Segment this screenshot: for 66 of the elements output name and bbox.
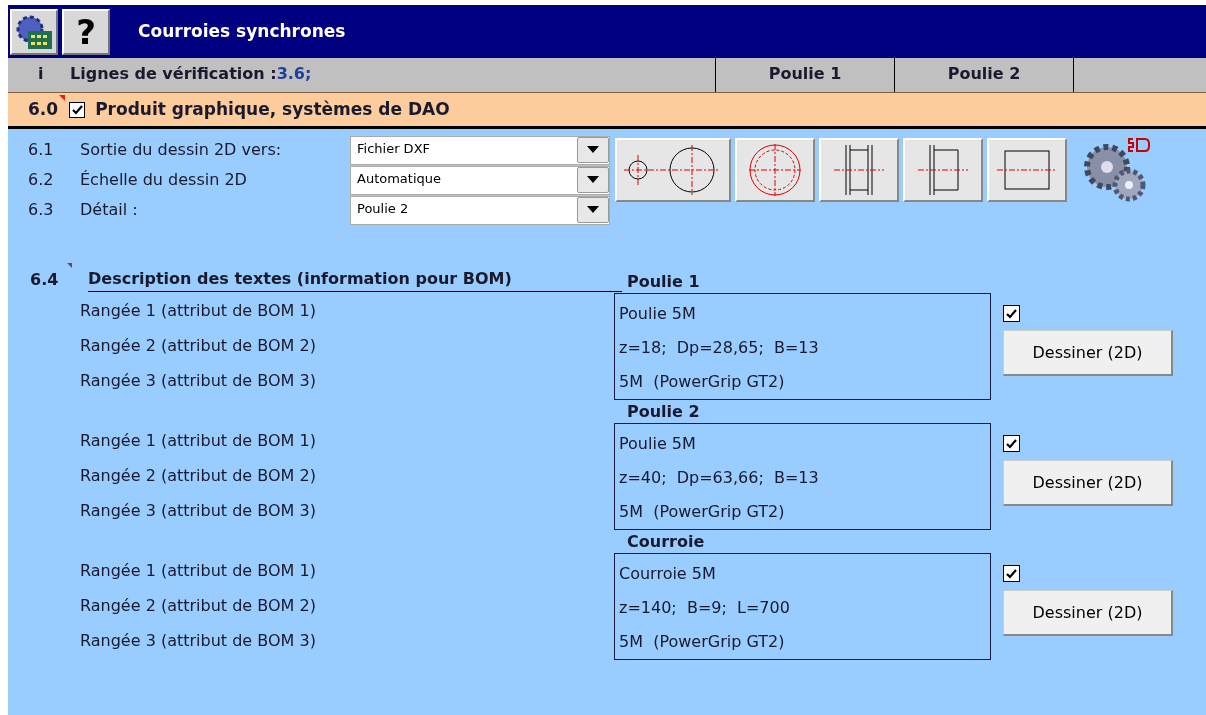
row-label: Rangée 1 (attribut de BOM 1) [80, 559, 317, 582]
group-title: Poulie 2 [627, 401, 700, 423]
bom-value: Poulie 5M [618, 433, 697, 455]
comment-marker-icon [59, 95, 66, 101]
setting-number: 6.2 [28, 169, 55, 191]
checkmark-icon [1006, 308, 1017, 319]
dropdown-field[interactable]: Automatique [350, 165, 610, 195]
info-label: i [37, 63, 45, 85]
drawing-button[interactable] [903, 138, 983, 202]
bom-value: Poulie 5M [618, 303, 697, 325]
checkmark-icon [1006, 438, 1017, 449]
draw-button[interactable]: Dessiner (2D) [1003, 590, 1173, 636]
section-number: 6.0 [28, 97, 59, 121]
group-title: Courroie [627, 531, 705, 553]
group-checkbox[interactable] [1003, 565, 1020, 582]
pulley-side-drawing-icon [834, 144, 884, 196]
row-label: Rangée 3 (attribut de BOM 3) [80, 369, 317, 392]
column-header: Poulie 2 [894, 58, 1073, 92]
pulley-front-drawing-icon [747, 142, 803, 198]
help-button[interactable]: ? [62, 8, 110, 55]
plain-pulley-drawing-icon [997, 150, 1057, 190]
setting-label: Échelle du dessin 2D [80, 169, 248, 191]
bom-value: Courroie 5M [618, 563, 717, 585]
drawing-button[interactable] [987, 138, 1067, 202]
section-number: 6.4 [30, 269, 60, 291]
flanged-pulley-drawing-icon [918, 144, 968, 196]
row-label: Rangée 2 (attribut de BOM 2) [80, 464, 317, 487]
bom-value: z=40; Dp=63,66; B=13 [618, 467, 820, 489]
row-label: Rangée 1 (attribut de BOM 1) [80, 299, 317, 322]
dropdown-field[interactable]: Fichier DXF [350, 135, 610, 165]
checkmark-icon [1006, 568, 1017, 579]
row-label: Rangée 3 (attribut de BOM 3) [80, 499, 317, 522]
group-checkbox[interactable] [1003, 305, 1020, 322]
window-title: Courroies synchrones [138, 19, 346, 43]
dropdown-arrow-icon [587, 176, 599, 183]
draw-button[interactable]: Dessiner (2D) [1003, 330, 1173, 376]
row-label: Rangée 1 (attribut de BOM 1) [80, 429, 317, 452]
setting-label: Détail : [80, 199, 139, 221]
drawing-button[interactable] [819, 138, 899, 202]
section-title: Produit graphique, systèmes de DAO [95, 97, 450, 121]
bom-value: 5M (PowerGrip GT2) [618, 371, 786, 393]
section-checkbox[interactable] [69, 101, 86, 118]
drawing-button[interactable] [735, 138, 815, 202]
dropdown-field[interactable]: Poulie 2 [350, 195, 610, 225]
dropdown-arrow-icon [587, 146, 599, 153]
bom-value: 5M (PowerGrip GT2) [618, 631, 786, 653]
group-checkbox[interactable] [1003, 435, 1020, 452]
verification-lines-label: Lignes de vérification :3.6; [70, 63, 313, 85]
group-title: Poulie 1 [627, 271, 700, 293]
bom-value: z=18; Dp=28,65; B=13 [618, 337, 820, 359]
drawing-button[interactable] [615, 138, 731, 202]
row-label: Rangée 3 (attribut de BOM 3) [80, 629, 317, 652]
draw-button[interactable]: Dessiner (2D) [1003, 460, 1173, 506]
row-label: Rangée 2 (attribut de BOM 2) [80, 594, 317, 617]
row-label: Rangée 2 (attribut de BOM 2) [80, 334, 317, 357]
checkmark-icon [71, 104, 83, 115]
app-button[interactable] [10, 8, 58, 55]
bom-value: 5M (PowerGrip GT2) [618, 501, 786, 523]
column-header: Poulie 1 [715, 58, 894, 92]
setting-number: 6.1 [28, 139, 55, 161]
bom-value: z=140; B=9; L=700 [618, 597, 791, 619]
bom-section-title: Description des textes (information pour BOM) [88, 267, 622, 292]
dropdown-arrow-icon [587, 206, 599, 213]
setting-number: 6.3 [28, 199, 55, 221]
setting-label: Sortie du dessin 2D vers: [80, 139, 283, 161]
comment-marker-icon [67, 263, 72, 268]
